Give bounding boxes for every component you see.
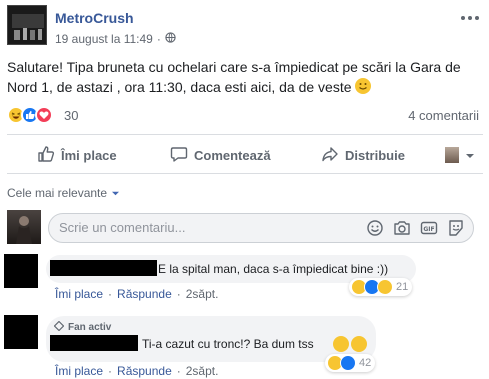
- comment-bubble: Fan activ Ti-a cazut cu tronc!? Ba dum t…: [46, 316, 376, 362]
- commenter-avatar[interactable]: [4, 254, 38, 288]
- comment-label: Comentează: [194, 147, 271, 163]
- comment-text: Ti-a cazut cu tronc!? Ba dum tss: [142, 337, 314, 351]
- comment-composer[interactable]: GIF: [48, 213, 474, 243]
- divider-top: [7, 134, 483, 135]
- post-text-body: Salutare! Tipa bruneta cu ochelari care …: [7, 59, 461, 95]
- share-label: Distribuie: [345, 147, 405, 163]
- like-reaction-icon: [340, 355, 356, 371]
- comment-text: E la spital man, daca s-a împiedicat bin…: [158, 262, 389, 276]
- share-icon: [321, 145, 339, 166]
- comment-sort-selector[interactable]: Cele mai relevante: [7, 186, 120, 200]
- love-reaction-icon: [35, 106, 53, 124]
- post-timestamp[interactable]: 19 august la 11:49: [55, 32, 153, 46]
- meta-separator: ·: [156, 32, 161, 46]
- post-meta: 19 august la 11:49 ·: [55, 32, 176, 46]
- caret-down-icon: [465, 148, 475, 163]
- comment-age[interactable]: 2săpt.: [186, 287, 219, 301]
- sort-label: Cele mai relevante: [7, 186, 108, 200]
- fan-badge-icon: [53, 320, 65, 334]
- more-horizontal-icon[interactable]: [458, 10, 482, 26]
- smile-emoji-icon: [355, 78, 372, 94]
- comment-button[interactable]: Comentează: [170, 137, 271, 173]
- like-button[interactable]: Îmi place: [37, 137, 117, 173]
- post-text: Salutare! Tipa bruneta cu ochelari care …: [7, 57, 483, 97]
- camera-icon[interactable]: [393, 219, 411, 237]
- laughing-emoji-icon: [333, 336, 349, 352]
- post-as-selector[interactable]: [445, 137, 475, 173]
- redacted-name: [50, 260, 157, 276]
- comment-reactions[interactable]: 21: [349, 278, 413, 296]
- comment-input[interactable]: [59, 220, 279, 235]
- comment-like-link[interactable]: Îmi place: [55, 287, 103, 301]
- like-label: Îmi place: [61, 147, 117, 163]
- page-avatar[interactable]: [7, 5, 47, 45]
- comment-like-link[interactable]: Îmi place: [55, 364, 103, 378]
- composer-icons: GIF: [366, 219, 465, 237]
- thumbs-up-icon: [37, 145, 55, 166]
- share-button[interactable]: Distribuie: [321, 137, 405, 173]
- comment-icon: [170, 145, 188, 166]
- comment-emoji: [333, 336, 367, 352]
- comment-age[interactable]: 2săpt.: [186, 364, 219, 378]
- current-user-avatar[interactable]: [7, 210, 41, 244]
- sticker-icon[interactable]: [447, 219, 465, 237]
- laughing-emoji-icon: [351, 336, 367, 352]
- fan-badge: Fan activ: [53, 320, 112, 334]
- reaction-summary[interactable]: [7, 106, 53, 124]
- comment-meta: Îmi place · Răspunde · 2săpt.: [55, 364, 219, 378]
- page-name[interactable]: MetroCrush: [55, 10, 134, 26]
- commenter-avatar[interactable]: [4, 315, 38, 349]
- comment-reply-link[interactable]: Răspunde: [117, 287, 172, 301]
- fan-badge-label: Fan activ: [68, 322, 112, 333]
- smiley-icon[interactable]: [366, 219, 384, 237]
- comment-reply-link[interactable]: Răspunde: [117, 364, 172, 378]
- divider-bottom: [7, 173, 483, 174]
- caret-down-icon: [111, 186, 120, 200]
- comment-reaction-count: 21: [396, 281, 409, 293]
- comment-reaction-count: 42: [359, 357, 372, 369]
- profile-avatar-small: [445, 147, 459, 163]
- comment-meta: Îmi place · Răspunde · 2săpt.: [55, 287, 219, 301]
- sad-reaction-icon: [377, 279, 393, 295]
- gif-icon[interactable]: GIF: [420, 219, 438, 237]
- redacted-name: [50, 335, 138, 351]
- comment-reactions[interactable]: 42: [325, 354, 376, 372]
- post-action-bar: Îmi place Comentează Distribuie: [7, 137, 483, 173]
- svg-text:GIF: GIF: [423, 226, 434, 233]
- globe-icon: [165, 32, 176, 46]
- comment-count[interactable]: 4 comentarii: [408, 108, 479, 123]
- reaction-count[interactable]: 30: [64, 108, 78, 123]
